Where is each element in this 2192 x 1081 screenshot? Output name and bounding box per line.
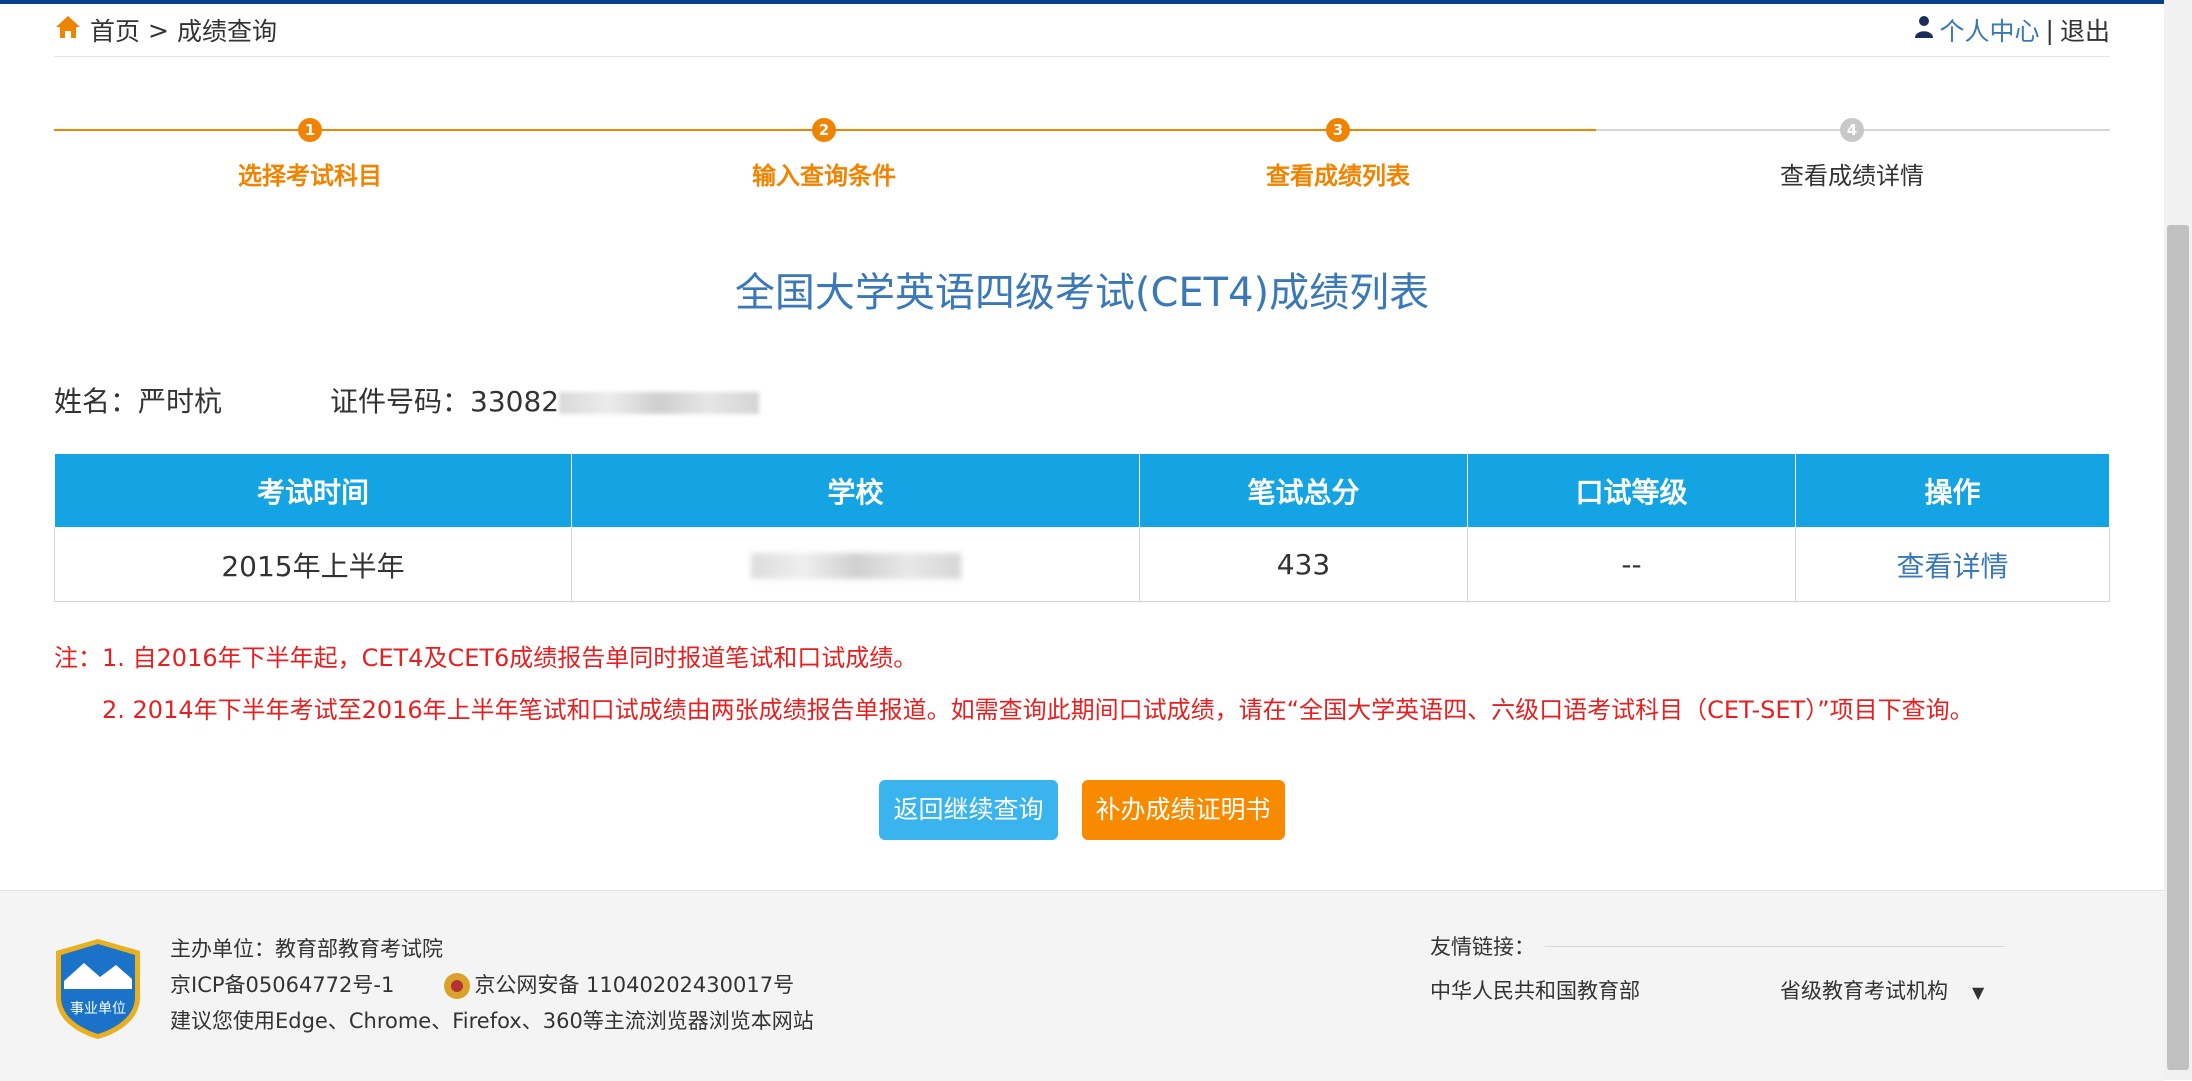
friendly-links: 友情链接： 中华人民共和国教育部 省级教育考试机构 ▼ — [1430, 931, 2130, 1005]
col-oral-grade: 口试等级 — [1467, 453, 1796, 528]
step-1-label: 选择考试科目 — [238, 162, 382, 190]
step-2-dot: 2 — [812, 118, 836, 142]
table-row: 2015年上半年 433 -- 查看详情 — [54, 527, 2110, 602]
provincial-exam-dropdown[interactable]: 省级教育考试机构 ▼ — [1780, 975, 2130, 1005]
icp-link[interactable]: 京ICP备05064772号-1 — [170, 973, 394, 997]
page-header: 首页 > 成绩查询 个人中心 | 退出 — [54, 4, 2110, 57]
organizer: 主办单位：教育部教育考试院 — [170, 937, 443, 961]
notes: 注：1. 自2016年下半年起，CET4及CET6成绩报告单同时报道笔试和口试成… — [54, 632, 2110, 736]
personal-center-link[interactable]: 个人中心 — [1940, 12, 2040, 48]
moe-link[interactable]: 中华人民共和国教育部 — [1430, 975, 1780, 1005]
id-label: 证件号码： — [330, 385, 471, 418]
step-3-label: 查看成绩列表 — [1266, 162, 1410, 190]
step-2: 2 输入查询条件 — [674, 110, 974, 191]
step-4-label: 查看成绩详情 — [1780, 162, 1924, 190]
candidate-info: 姓名：严时杭 证件号码：33082 — [54, 380, 2110, 420]
icp-row: 京ICP备05064772号-1 京公网安备 11040202430017号 — [170, 967, 814, 1003]
home-icon[interactable] — [54, 14, 82, 46]
progress-steps: 1 选择考试科目 2 输入查询条件 3 查看成绩列表 4 查看成绩详情 — [54, 110, 2110, 210]
back-query-button[interactable]: 返回继续查询 — [879, 780, 1058, 840]
breadcrumb-current: 成绩查询 — [176, 17, 277, 46]
name-label: 姓名： — [54, 385, 139, 418]
friendly-links-header: 友情链接： — [1430, 931, 2130, 961]
user-links: 个人中心 | 退出 — [1914, 12, 2110, 48]
police-record-link[interactable]: 京公网安备 11040202430017号 — [474, 973, 794, 997]
step-1-dot: 1 — [298, 118, 322, 142]
view-details-link[interactable]: 查看详情 — [1795, 527, 2110, 602]
step-4-dot: 4 — [1840, 118, 1864, 142]
footer-info: 主办单位：教育部教育考试院 京ICP备05064772号-1 京公网安备 1104… — [170, 931, 814, 1039]
col-written-score: 笔试总分 — [1139, 453, 1468, 528]
police-badge-icon — [444, 973, 471, 999]
candidate-name-block: 姓名：严时杭 — [54, 380, 330, 420]
footer: 事业单位 主办单位：教育部教育考试院 京ICP备05064772号-1 京公网安备… — [0, 890, 2164, 1081]
candidate-id: 33082 — [470, 385, 560, 418]
step-1: 1 选择考试科目 — [160, 110, 460, 191]
step-3-dot: 3 — [1326, 118, 1350, 142]
page-title: 全国大学英语四级考试(CET4)成绩列表 — [734, 270, 1430, 316]
table-header-row: 考试时间 学校 笔试总分 口试等级 操作 — [54, 453, 2110, 528]
note-2: 2. 2014年下半年考试至2016年上半年笔试和口试成绩由两张成绩报告单报道。… — [102, 696, 1974, 724]
step-4: 4 查看成绩详情 — [1702, 110, 2002, 191]
col-school: 学校 — [571, 453, 1140, 528]
friendly-links-label: 友情链接： — [1430, 935, 1535, 959]
step-3: 3 查看成绩列表 — [1188, 110, 1488, 191]
cell-school — [571, 527, 1140, 602]
institution-badge: 事业单位 — [54, 937, 142, 1041]
scrollbar-track[interactable] — [2164, 0, 2192, 1080]
note-1: 注：1. 自2016年下半年起，CET4及CET6成绩报告单同时报道笔试和口试成… — [54, 644, 918, 672]
browser-tip: 建议您使用Edge、Chrome、Firefox、360等主流浏览器浏览本网站 — [170, 1009, 814, 1033]
cell-exam-time: 2015年上半年 — [54, 527, 572, 602]
scrollbar-thumb[interactable] — [2167, 225, 2189, 1070]
id-redacted — [559, 392, 760, 414]
results-table: 考试时间 学校 笔试总分 口试等级 操作 2015年上半年 433 -- 查看详… — [54, 453, 2110, 602]
col-action: 操作 — [1795, 453, 2110, 528]
friendly-links-list: 中华人民共和国教育部 省级教育考试机构 ▼ — [1430, 975, 2130, 1005]
provincial-exam-label: 省级教育考试机构 — [1780, 979, 1948, 1003]
user-links-separator: | — [2045, 15, 2054, 45]
certificate-button[interactable]: 补办成绩证明书 — [1081, 780, 1285, 840]
triangle-down-icon: ▼ — [1972, 983, 1985, 1002]
breadcrumb-separator: > — [148, 15, 169, 45]
breadcrumb-home-link[interactable]: 首页 — [90, 12, 140, 48]
cell-written-score: 433 — [1139, 527, 1468, 602]
user-icon — [1914, 15, 1934, 45]
badge-text: 事业单位 — [70, 1001, 126, 1017]
col-exam-time: 考试时间 — [54, 453, 572, 528]
candidate-name: 严时杭 — [138, 385, 223, 418]
logout-link[interactable]: 退出 — [2060, 12, 2110, 48]
action-buttons: 返回继续查询 补办成绩证明书 — [0, 780, 2164, 840]
cell-oral-grade: -- — [1467, 527, 1796, 602]
step-2-label: 输入查询条件 — [752, 162, 896, 190]
candidate-id-block: 证件号码：33082 — [330, 380, 760, 420]
friendly-links-divider — [1545, 945, 2005, 947]
school-redacted — [750, 553, 961, 579]
breadcrumb: 首页 > 成绩查询 — [54, 12, 277, 48]
